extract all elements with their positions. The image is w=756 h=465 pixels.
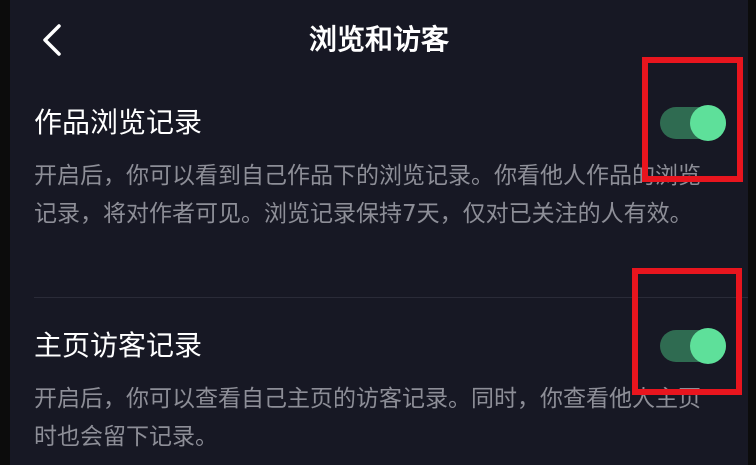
toggle-knob [690,328,726,364]
setting-description: 开启后，你可以看到自己作品下的浏览记录。你看他人作品的浏览记录，将对作者可见。浏… [34,163,701,227]
toggle-knob [690,105,726,141]
settings-screen: 浏览和访客 作品浏览记录 开启后，你可以看到自己作品下的浏览记录。你看他人作品的… [10,0,748,465]
profile-visitor-history-toggle[interactable] [660,328,726,364]
page-title: 浏览和访客 [308,23,449,56]
divider [34,297,748,298]
setting-description: 开启后，你可以查看自己主页的访客记录。同时，你查看他人主页时也会留下记录。 [34,386,701,450]
work-view-history-toggle[interactable] [660,105,726,141]
setting-title: 作品浏览记录 [34,106,203,139]
setting-title: 主页访客记录 [34,329,203,362]
nav-header: 浏览和访客 [10,0,748,80]
